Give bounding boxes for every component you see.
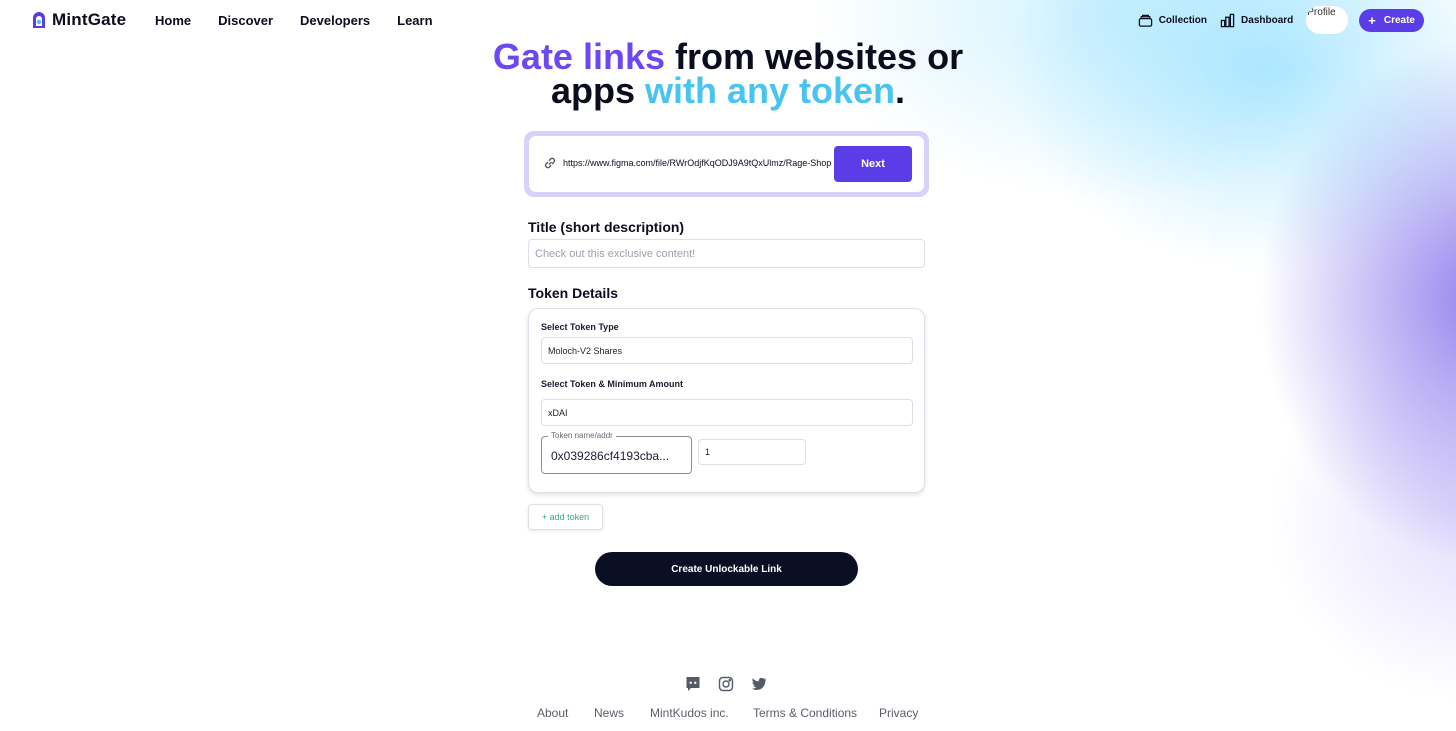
create-unlockable-link-button[interactable]: Create Unlockable Link (595, 552, 858, 586)
instagram-icon (718, 676, 734, 692)
url-input-box: https://www.figma.com/file/RWrOdjfKqODJ9… (529, 136, 924, 192)
link-icon (544, 157, 556, 169)
hero-period: . (895, 70, 906, 111)
footer-about[interactable]: About (537, 706, 568, 720)
collection-label: Collection (1158, 14, 1208, 26)
hero-line-1: Gate links from websites or (0, 39, 1456, 75)
hero-highlight-token: with any token (644, 70, 896, 111)
create-button[interactable]: + Create (1359, 8, 1424, 32)
token-type-select[interactable]: Moloch-V2 Shares (541, 337, 913, 364)
minimum-amount-input[interactable]: 1 (698, 439, 806, 465)
token-address-value: 0x039286cf4193cba... (551, 449, 670, 463)
nav-home[interactable]: Home (155, 13, 191, 28)
token-address-field[interactable]: Token name/addr 0x039286cf4193cba... (541, 431, 692, 474)
nav-developers[interactable]: Developers (300, 13, 370, 28)
footer-news[interactable]: News (594, 706, 624, 720)
collection-link[interactable]: Collection (1138, 13, 1207, 28)
next-button[interactable]: Next (834, 146, 912, 182)
network-select[interactable]: xDAI (541, 399, 913, 426)
brand-name: MintGate (52, 10, 127, 29)
url-input-container: https://www.figma.com/file/RWrOdjfKqODJ9… (524, 131, 929, 197)
hero-line-2: apps with any token. (0, 73, 1456, 109)
title-input[interactable]: Check out this exclusive content! (528, 239, 925, 268)
nav-discover[interactable]: Discover (218, 13, 273, 28)
token-details-card: Select Token Type Moloch-V2 Shares Selec… (528, 308, 925, 493)
create-label: Create (1383, 14, 1415, 26)
footer-terms[interactable]: Terms & Conditions (753, 706, 857, 720)
footer-privacy[interactable]: Privacy (879, 706, 918, 720)
add-token-button[interactable]: + add token (528, 504, 603, 530)
mintgate-logo-icon (33, 12, 45, 28)
bar-chart-icon (1220, 13, 1235, 27)
dashboard-label: Dashboard (1241, 14, 1294, 26)
discord-link[interactable] (685, 676, 701, 692)
title-label: Title (short description) (528, 219, 685, 235)
token-type-label: Select Token Type (541, 322, 619, 332)
discord-icon (686, 677, 700, 691)
plus-icon: + (1368, 12, 1376, 28)
instagram-link[interactable] (718, 676, 734, 692)
twitter-icon (751, 677, 767, 690)
main-nav: Home Discover Developers Learn (155, 13, 460, 28)
top-header: MintGate Home Discover Developers Learn … (0, 0, 1456, 40)
brand-logo[interactable]: MintGate (31, 10, 126, 30)
profile-alt-text: Profile (1307, 7, 1336, 18)
footer-mintkudos[interactable]: MintKudos inc. (650, 706, 729, 720)
user-nav: Collection Dashboard Profile + Create (1138, 6, 1424, 34)
twitter-link[interactable] (751, 676, 767, 692)
profile-avatar[interactable]: Profile (1306, 6, 1349, 34)
hero-heading: Gate links from websites or apps with an… (0, 39, 1456, 109)
collection-icon (1138, 14, 1152, 27)
token-min-label: Select Token & Minimum Amount (541, 379, 684, 389)
token-address-legend: Token name/addr (548, 431, 616, 440)
nav-learn[interactable]: Learn (397, 13, 432, 28)
token-details-heading: Token Details (528, 285, 618, 301)
url-input[interactable]: https://www.figma.com/file/RWrOdjfKqODJ9… (563, 158, 839, 168)
hero-text-2: apps (550, 70, 645, 111)
dashboard-link[interactable]: Dashboard (1220, 13, 1293, 28)
